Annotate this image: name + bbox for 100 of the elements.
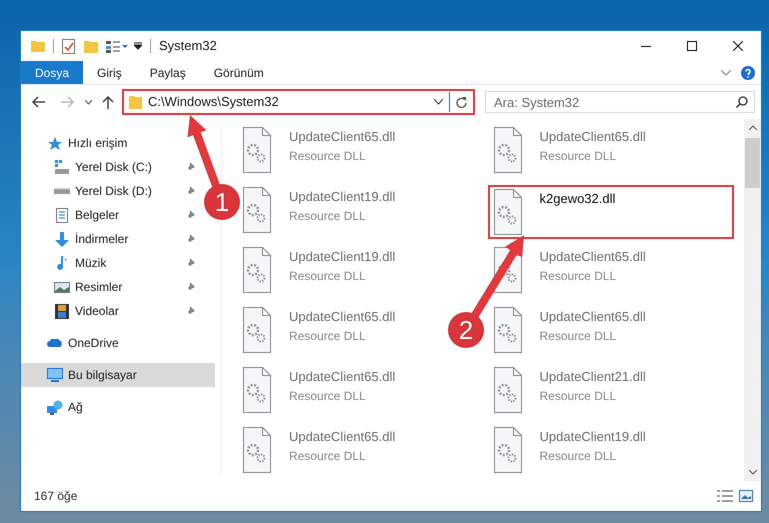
file-name: UpdateClient19.dll [540, 428, 646, 446]
document-icon [56, 208, 68, 222]
file-item[interactable]: k2gewo32.dll [488, 185, 734, 239]
file-item[interactable]: UpdateClient65.dll Resource DLL [243, 305, 396, 355]
navigation-label: İndirmeler [75, 231, 128, 248]
file-item[interactable]: UpdateClient19.dll Resource DLL [243, 245, 396, 295]
ribbon-tab[interactable]: Giriş [83, 61, 136, 84]
address-bar[interactable]: C:\Windows\System32 [122, 89, 475, 115]
dll-file-icon [243, 247, 271, 293]
up-arrow-icon[interactable] [102, 95, 114, 109]
file-item[interactable]: UpdateClient65.dll Resource DLL [494, 305, 646, 355]
network-icon [47, 400, 63, 414]
music-note-icon [57, 256, 67, 270]
drive-icon [54, 160, 70, 174]
file-name: UpdateClient19.dll [289, 188, 396, 206]
dll-file-icon [243, 427, 271, 473]
navigation-label: Hızlı erişim [68, 135, 128, 152]
navigation-label: Ağ [68, 399, 83, 416]
scrollbar-thumb[interactable] [745, 138, 760, 188]
file-item[interactable]: UpdateClient65.dll Resource DLL [494, 125, 646, 175]
view-options-icon[interactable] [106, 40, 128, 52]
file-name: UpdateClient65.dll [540, 308, 646, 326]
file-type: Resource DLL [289, 448, 367, 464]
navigation-item[interactable]: Müzik [21, 251, 201, 275]
help-icon[interactable] [741, 66, 755, 80]
scroll-down-icon[interactable] [748, 470, 756, 475]
details-view-icon[interactable] [717, 490, 733, 502]
back-arrow-icon[interactable] [31, 96, 45, 108]
caret-icon[interactable] [85, 100, 92, 104]
file-item[interactable]: UpdateClient65.dll Resource DLL [243, 425, 396, 475]
file-name: k2gewo32.dll [540, 190, 616, 208]
navigation-label: Müzik [75, 255, 106, 272]
file-type: Resource DLL [289, 328, 367, 344]
cloud-icon [47, 339, 63, 347]
file-name: UpdateClient65.dll [540, 128, 646, 146]
navigation-item[interactable]: Resimler [21, 275, 201, 299]
annotation-number: 1 [214, 187, 230, 217]
chevron-icon[interactable] [721, 70, 731, 76]
scroll-up-icon[interactable] [748, 125, 756, 130]
dll-file-icon [243, 187, 271, 233]
navigation-item[interactable]: OneDrive [21, 331, 215, 355]
navigation-item[interactable]: Yerel Disk (C:) [21, 155, 201, 179]
navigation-item[interactable]: Yerel Disk (D:) [21, 179, 201, 203]
dll-file-icon [494, 427, 522, 473]
file-name: UpdateClient65.dll [540, 248, 646, 266]
file-name: UpdateClient21.dll [540, 368, 646, 386]
navigation-item[interactable]: Hızlı erişim [21, 131, 215, 155]
file-item[interactable]: UpdateClient65.dll Resource DLL [243, 365, 396, 415]
navigation-item[interactable]: Videolar [21, 299, 201, 323]
caret-icon[interactable] [134, 42, 142, 50]
file-type: Resource DLL [540, 448, 618, 464]
file-name: UpdateClient65.dll [289, 128, 396, 146]
star-icon [48, 136, 62, 150]
scrollbar[interactable] [744, 119, 761, 481]
navigation-item[interactable]: İndirmeler [21, 227, 201, 251]
navigation-label: Resimler [75, 279, 122, 296]
search-icon[interactable] [736, 96, 748, 108]
file-item[interactable]: UpdateClient19.dll Resource DLL [243, 185, 396, 235]
file-item[interactable]: UpdateClient19.dll Resource DLL [494, 425, 646, 475]
file-name: UpdateClient19.dll [289, 248, 396, 266]
navigation-label: Belgeler [75, 207, 120, 224]
file-item[interactable]: UpdateClient21.dll Resource DLL [494, 365, 646, 415]
caret-icon[interactable] [434, 99, 443, 105]
file-name: UpdateClient65.dll [289, 308, 396, 326]
annotation-badge [204, 184, 240, 220]
large-icons-view-icon[interactable] [739, 490, 753, 502]
file-menu-button[interactable]: Dosya [21, 61, 84, 84]
file-type: Resource DLL [540, 328, 618, 344]
navigation-label: Videolar [75, 303, 119, 320]
annotation-number: 2 [458, 315, 474, 345]
navigation-label: OneDrive [68, 335, 119, 352]
file-type: Resource DLL [289, 268, 367, 284]
maximize-icon [687, 41, 697, 51]
folder-icon [129, 95, 142, 109]
close-icon [733, 41, 743, 51]
refresh-icon[interactable] [456, 96, 467, 108]
file-type: Resource DLL [289, 388, 367, 404]
file-item[interactable]: UpdateClient65.dll Resource DLL [243, 125, 396, 175]
address-path: C:\Windows\System32 [148, 93, 279, 112]
navigation-item[interactable]: Bu bilgisayar [21, 363, 215, 387]
navigation-label: Yerel Disk (C:) [75, 159, 152, 176]
search-field[interactable]: Ara: System32 [485, 91, 755, 113]
window-title: System32 [159, 37, 217, 56]
dll-file-icon [243, 367, 271, 413]
film-icon [55, 304, 69, 318]
file-type: Resource DLL [289, 148, 367, 164]
ribbon-tab[interactable]: Paylaş [136, 61, 200, 84]
properties-icon[interactable] [62, 38, 75, 54]
file-type: Resource DLL [540, 268, 618, 284]
ribbon-tab[interactable]: Görünüm [200, 61, 278, 84]
annotation-badge [448, 312, 484, 348]
file-type: Resource DLL [540, 388, 618, 404]
dll-file-icon [494, 127, 522, 173]
dll-file-icon [243, 127, 271, 173]
dll-file-icon [494, 307, 522, 353]
dll-file-icon [494, 189, 522, 235]
download-arrow-icon [55, 232, 69, 246]
navigation-item[interactable]: Belgeler [21, 203, 201, 227]
navigation-item[interactable]: Ağ [21, 395, 215, 419]
dll-file-icon [494, 367, 522, 413]
